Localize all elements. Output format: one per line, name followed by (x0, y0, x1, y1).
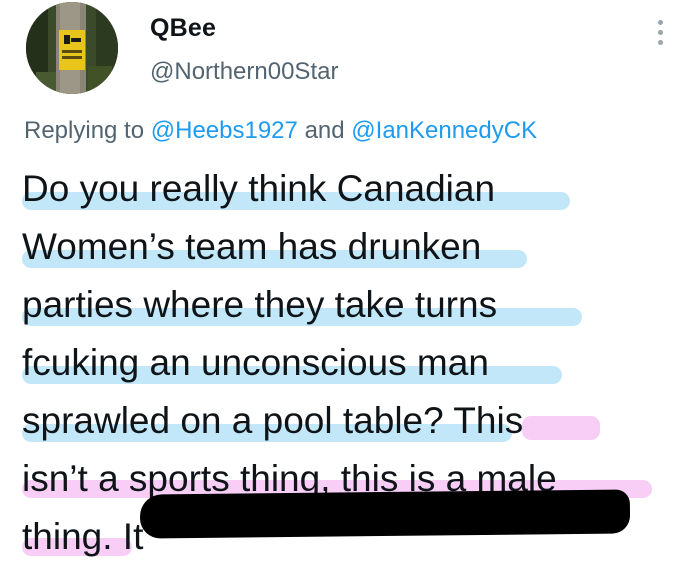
tweet-line-text: sprawled on a pool table? This (22, 400, 524, 441)
tweet-line: fcuking an unconscious man (22, 334, 692, 392)
tweet-card: QBee @Northern00Star Replying to @Heebs1… (0, 0, 700, 557)
mention-link[interactable]: @Heebs1927 (151, 117, 298, 144)
tweet-line-text: Do you really think Canadian (22, 168, 496, 209)
tweet-line-text: thing. It (22, 516, 144, 557)
tweet-line-text: fcuking an unconscious man (22, 342, 489, 383)
tweet-line: sprawled on a pool table? This (22, 392, 692, 450)
mention-link[interactable]: @IanKennedyCK (351, 117, 537, 144)
avatar[interactable] (26, 2, 118, 94)
more-options-icon[interactable] (650, 18, 672, 48)
tweet-line-text: parties where they take turns (22, 284, 498, 325)
replying-to-conjunction: and (304, 117, 345, 144)
display-name[interactable]: QBee (150, 14, 216, 43)
tweet-line-text: Women’s team has drunken (22, 226, 482, 267)
tweet-line: Women’s team has drunken (22, 218, 692, 276)
replying-to-label: Replying to (24, 117, 145, 144)
tweet-line: parties where they take turns (22, 276, 692, 334)
replying-to: Replying to @Heebs1927 and @IanKennedyCK (24, 117, 537, 145)
avatar-image-icon (26, 2, 118, 94)
tweet-line: Do you really think Canadian (22, 160, 692, 218)
user-handle[interactable]: @Northern00Star (150, 58, 338, 86)
redaction-mark (139, 489, 631, 539)
